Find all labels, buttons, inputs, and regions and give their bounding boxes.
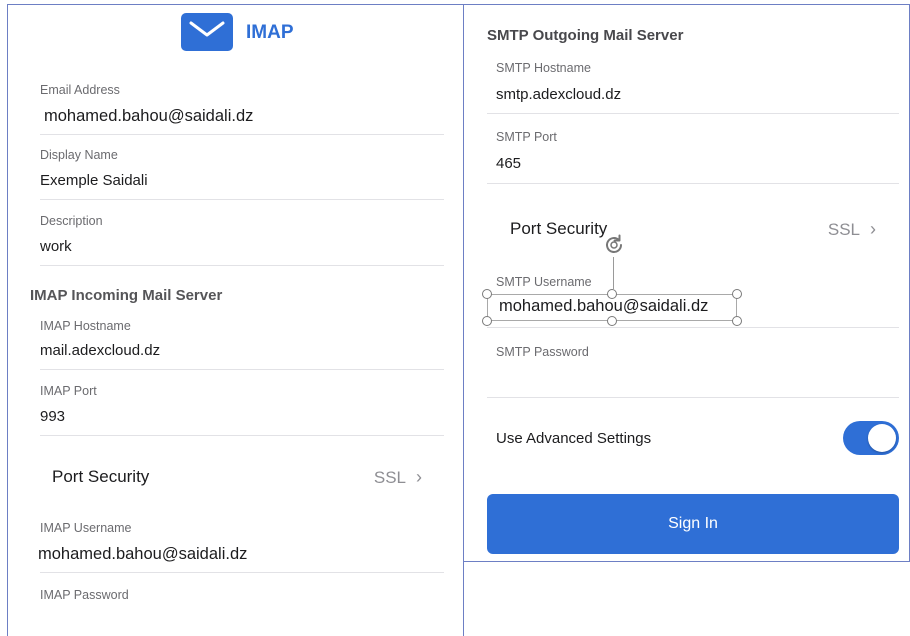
smtp-port-security-value: SSL (827, 220, 860, 239)
smtp-password-label: SMTP Password (496, 345, 589, 359)
resize-handle-bottom-right[interactable] (732, 316, 742, 326)
smtp-port-label: SMTP Port (496, 130, 557, 144)
imap-port-field[interactable]: 993 (40, 408, 65, 425)
advanced-settings-label: Use Advanced Settings (496, 430, 652, 447)
imap-port-label: IMAP Port (40, 384, 97, 398)
separator (40, 435, 444, 436)
description-field[interactable]: work (40, 238, 72, 255)
smtp-hostname-field[interactable]: smtp.adexcloud.dz (496, 86, 621, 103)
resize-handle-top[interactable] (607, 289, 617, 299)
port-security-label: Port Security (52, 467, 150, 486)
imap-username-field[interactable]: mohamed.bahou@saidali.dz (38, 545, 247, 564)
imap-settings-panel: IMAP Email Address mohamed.bahou@saidali… (7, 4, 464, 636)
imap-hostname-label: IMAP Hostname (40, 319, 131, 333)
selection-box[interactable] (482, 289, 742, 326)
imap-hostname-field[interactable]: mail.adexcloud.dz (40, 342, 160, 359)
separator (40, 134, 444, 135)
chevron-right-icon: › (416, 467, 422, 487)
display-name-label: Display Name (40, 148, 118, 162)
smtp-settings-panel: SMTP Outgoing Mail Server SMTP Hostname … (464, 4, 910, 562)
mail-envelope-icon (181, 13, 233, 51)
smtp-username-label: SMTP Username (496, 275, 592, 289)
email-address-label: Email Address (40, 83, 120, 97)
imap-password-label: IMAP Password (40, 588, 129, 602)
separator (487, 327, 899, 328)
separator (40, 369, 444, 370)
sign-in-button[interactable]: Sign In (487, 494, 899, 554)
smtp-port-security-row[interactable]: Port Security SSL › (510, 219, 876, 249)
smtp-section-title: SMTP Outgoing Mail Server (487, 27, 684, 44)
separator (40, 572, 444, 573)
description-label: Description (40, 214, 103, 228)
toggle-knob (868, 424, 896, 452)
rotation-handle-line (613, 257, 614, 289)
resize-handle-bottom[interactable] (607, 316, 617, 326)
smtp-port-security-label: Port Security (510, 219, 608, 238)
app-title: IMAP (246, 22, 294, 43)
separator (40, 199, 444, 200)
port-security-row[interactable]: Port Security SSL › (52, 467, 422, 497)
advanced-settings-toggle[interactable] (843, 421, 899, 455)
separator (40, 265, 444, 266)
separator (487, 113, 899, 114)
display-name-field[interactable]: Exemple Saidali (40, 172, 148, 189)
smtp-hostname-label: SMTP Hostname (496, 61, 591, 75)
imap-username-label: IMAP Username (40, 521, 132, 535)
separator (487, 397, 899, 398)
email-address-field[interactable]: mohamed.bahou@saidali.dz (44, 107, 253, 126)
resize-handle-top-right[interactable] (732, 289, 742, 299)
separator (487, 183, 899, 184)
rotate-handle-icon[interactable] (602, 233, 626, 257)
port-security-value: SSL (373, 468, 406, 487)
imap-section-title: IMAP Incoming Mail Server (30, 287, 223, 304)
chevron-right-icon: › (870, 219, 876, 239)
smtp-port-field[interactable]: 465 (496, 155, 521, 172)
resize-handle-top-left[interactable] (482, 289, 492, 299)
resize-handle-bottom-left[interactable] (482, 316, 492, 326)
